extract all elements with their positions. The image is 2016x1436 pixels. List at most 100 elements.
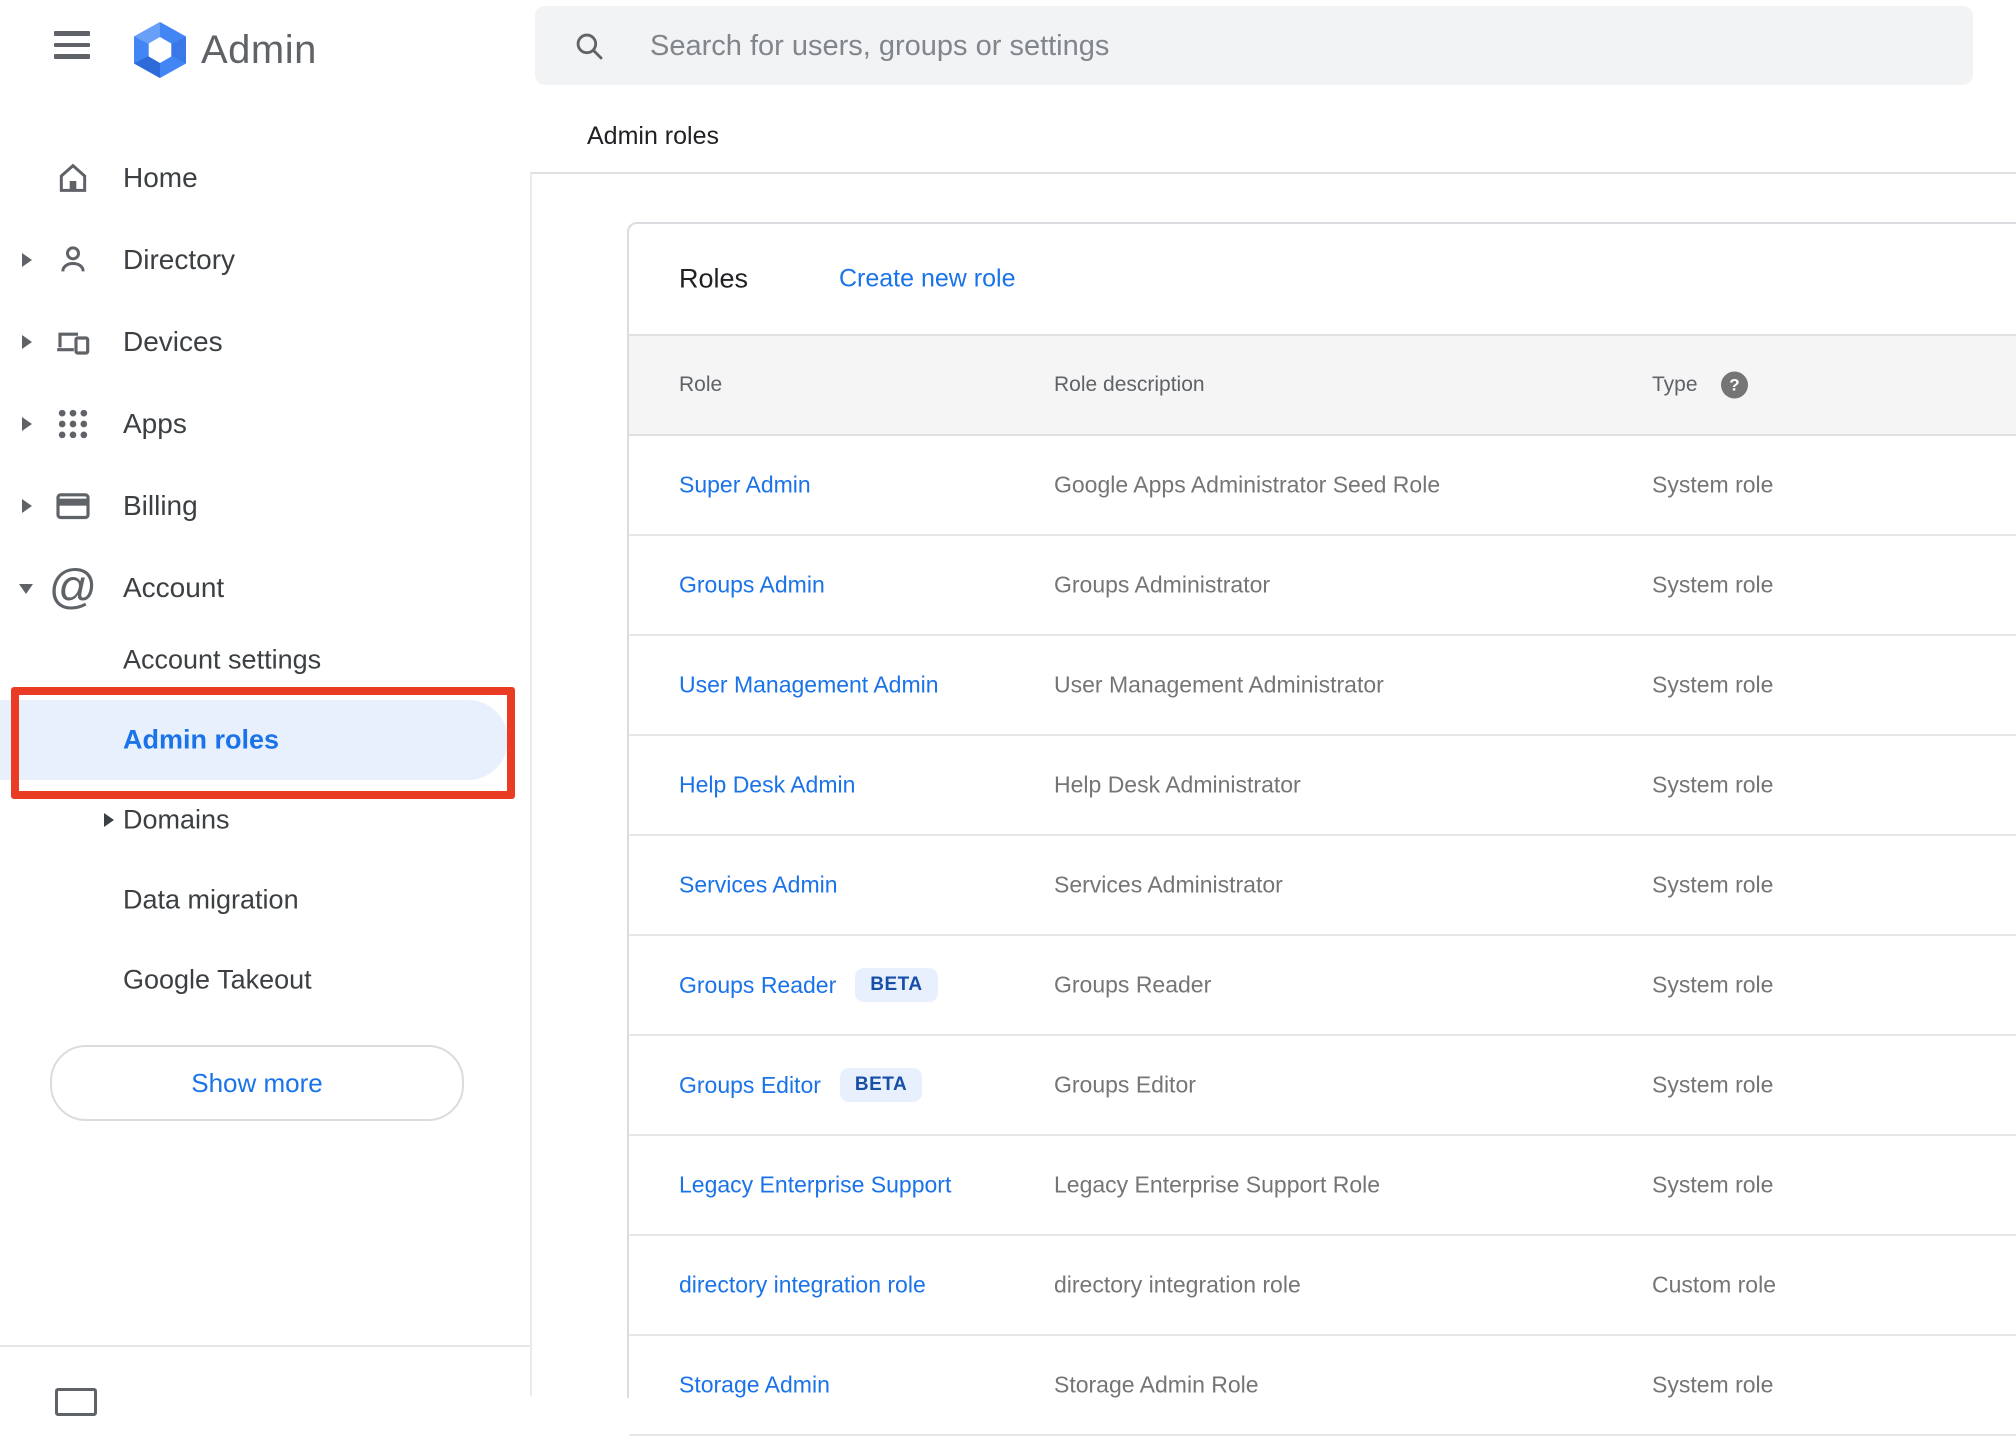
table-row: directory integration role directory int… — [629, 1236, 2016, 1336]
search-input[interactable] — [648, 6, 1932, 87]
role-type: System role — [1652, 971, 1774, 998]
table-row: Services Admin Services Administrator Sy… — [629, 836, 2016, 936]
role-description: Groups Administrator — [1054, 571, 1271, 598]
role-description: Groups Editor — [1054, 1071, 1196, 1098]
directory-icon — [52, 239, 94, 281]
role-description: Storage Admin Role — [1054, 1371, 1259, 1398]
beta-badge: BETA — [855, 968, 938, 1002]
role-type: System role — [1652, 1071, 1774, 1098]
role-link[interactable]: Groups Reader — [679, 972, 836, 999]
role-link[interactable]: Groups Admin — [679, 572, 825, 599]
sidebar-item-label: Domains — [123, 804, 230, 835]
role-type: System role — [1652, 571, 1774, 598]
role-link[interactable]: directory integration role — [679, 1272, 926, 1299]
chevron-right-icon[interactable] — [22, 335, 32, 349]
column-header-description: Role description — [1054, 373, 1205, 396]
sidebar-item-domains[interactable]: Domains — [0, 780, 508, 860]
sidebar-item-data-migration[interactable]: Data migration — [0, 860, 508, 940]
search-icon — [572, 29, 606, 63]
role-type: System role — [1652, 871, 1774, 898]
table-row: User Management Admin User Management Ad… — [629, 636, 2016, 736]
show-more-button[interactable]: Show more — [50, 1045, 464, 1121]
table-row: Storage Admin Storage Admin Role System … — [629, 1336, 2016, 1436]
sidebar-item-directory[interactable]: Directory — [0, 219, 530, 301]
role-link[interactable]: Storage Admin — [679, 1372, 830, 1399]
role-description: Services Administrator — [1054, 871, 1283, 898]
sidebar-item-home[interactable]: Home — [0, 137, 530, 219]
partial-bottom-icon — [55, 1388, 97, 1416]
sidebar-item-devices[interactable]: Devices — [0, 301, 530, 383]
sidebar-item-label: Data migration — [123, 884, 299, 915]
role-description: Help Desk Administrator — [1054, 771, 1301, 798]
role-link[interactable]: Super Admin — [679, 472, 811, 499]
admin-logo-icon — [129, 21, 191, 79]
chevron-right-icon[interactable] — [22, 417, 32, 431]
sidebar-item-apps[interactable]: Apps — [0, 383, 530, 465]
chevron-down-icon[interactable] — [19, 584, 33, 594]
sidebar-item-billing[interactable]: Billing — [0, 465, 530, 547]
role-description: Groups Reader — [1054, 971, 1212, 998]
role-type: System role — [1652, 671, 1774, 698]
sidebar-item-label: Home — [123, 162, 198, 193]
sidebar-item-label: Devices — [123, 326, 223, 357]
billing-icon — [52, 485, 94, 527]
sidebar-item-account-settings[interactable]: Account settings — [0, 620, 508, 700]
devices-icon — [52, 321, 94, 363]
role-description: Legacy Enterprise Support Role — [1054, 1171, 1381, 1198]
sidebar-item-label: Apps — [123, 408, 187, 439]
sidebar-item-account[interactable]: @ Account — [0, 547, 530, 629]
role-description: directory integration role — [1054, 1271, 1301, 1298]
roles-panel: Roles Create new role Role Role descript… — [627, 222, 2016, 1436]
sidebar-item-label: Account settings — [123, 644, 322, 675]
show-more-label: Show more — [191, 1067, 323, 1098]
account-icon: @ — [48, 561, 98, 614]
role-type: System role — [1652, 771, 1774, 798]
role-type: System role — [1652, 471, 1774, 498]
home-icon — [52, 157, 94, 199]
role-link[interactable]: Services Admin — [679, 872, 838, 899]
app-title: Admin — [201, 28, 317, 72]
sidebar-edge-divider — [530, 173, 532, 1396]
table-row: Help Desk Admin Help Desk Administrator … — [629, 736, 2016, 836]
role-type: System role — [1652, 1171, 1774, 1198]
roles-panel-header: Roles Create new role — [629, 224, 2016, 334]
role-type: Custom role — [1652, 1271, 1776, 1298]
role-type: System role — [1652, 1371, 1774, 1398]
role-link[interactable]: Help Desk Admin — [679, 772, 855, 799]
apps-icon — [52, 403, 94, 445]
sidebar-divider — [0, 1345, 530, 1347]
table-header-row: Role Role description Type ? — [629, 334, 2016, 436]
chevron-right-icon[interactable] — [104, 813, 114, 827]
role-description: Google Apps Administrator Seed Role — [1054, 471, 1441, 498]
chevron-right-icon[interactable] — [22, 499, 32, 513]
table-row: Legacy Enterprise Support Legacy Enterpr… — [629, 1136, 2016, 1236]
panel-title: Roles — [679, 263, 749, 294]
column-header-type: Type — [1652, 373, 1698, 396]
breadcrumb: Admin roles — [587, 122, 719, 150]
sidebar-item-label: Account — [123, 572, 225, 603]
hamburger-menu-icon[interactable] — [54, 31, 90, 59]
sidebar-item-label: Admin roles — [123, 724, 280, 755]
roles-table-body: Super Admin Google Apps Administrator Se… — [629, 436, 2016, 1436]
sidebar: Admin Home Directory Devices Apps Billing @ Ac… — [0, 0, 530, 1416]
role-link[interactable]: Groups Editor — [679, 1072, 821, 1099]
table-row: Groups Admin Groups Administrator System… — [629, 536, 2016, 636]
sidebar-item-label: Google Takeout — [123, 964, 312, 995]
chevron-right-icon[interactable] — [22, 253, 32, 267]
table-row: Groups Reader BETA Groups Reader System … — [629, 936, 2016, 1036]
sidebar-item-label: Billing — [123, 490, 198, 521]
column-header-role: Role — [679, 373, 723, 396]
sidebar-item-admin-roles[interactable]: Admin roles — [0, 700, 508, 780]
beta-badge: BETA — [839, 1068, 923, 1102]
help-icon[interactable]: ? — [1721, 371, 1748, 399]
sidebar-item-google-takeout[interactable]: Google Takeout — [0, 940, 508, 1020]
table-row: Groups Editor BETA Groups Editor System … — [629, 1036, 2016, 1136]
sidebar-item-label: Directory — [123, 244, 236, 275]
role-description: User Management Administrator — [1054, 671, 1384, 698]
search-bar[interactable] — [535, 6, 1973, 87]
role-link[interactable]: Legacy Enterprise Support — [679, 1172, 951, 1199]
role-link[interactable]: User Management Admin — [679, 672, 939, 699]
header-divider — [530, 172, 2016, 174]
create-new-role-link[interactable]: Create new role — [839, 265, 1015, 294]
table-row: Super Admin Google Apps Administrator Se… — [629, 436, 2016, 536]
